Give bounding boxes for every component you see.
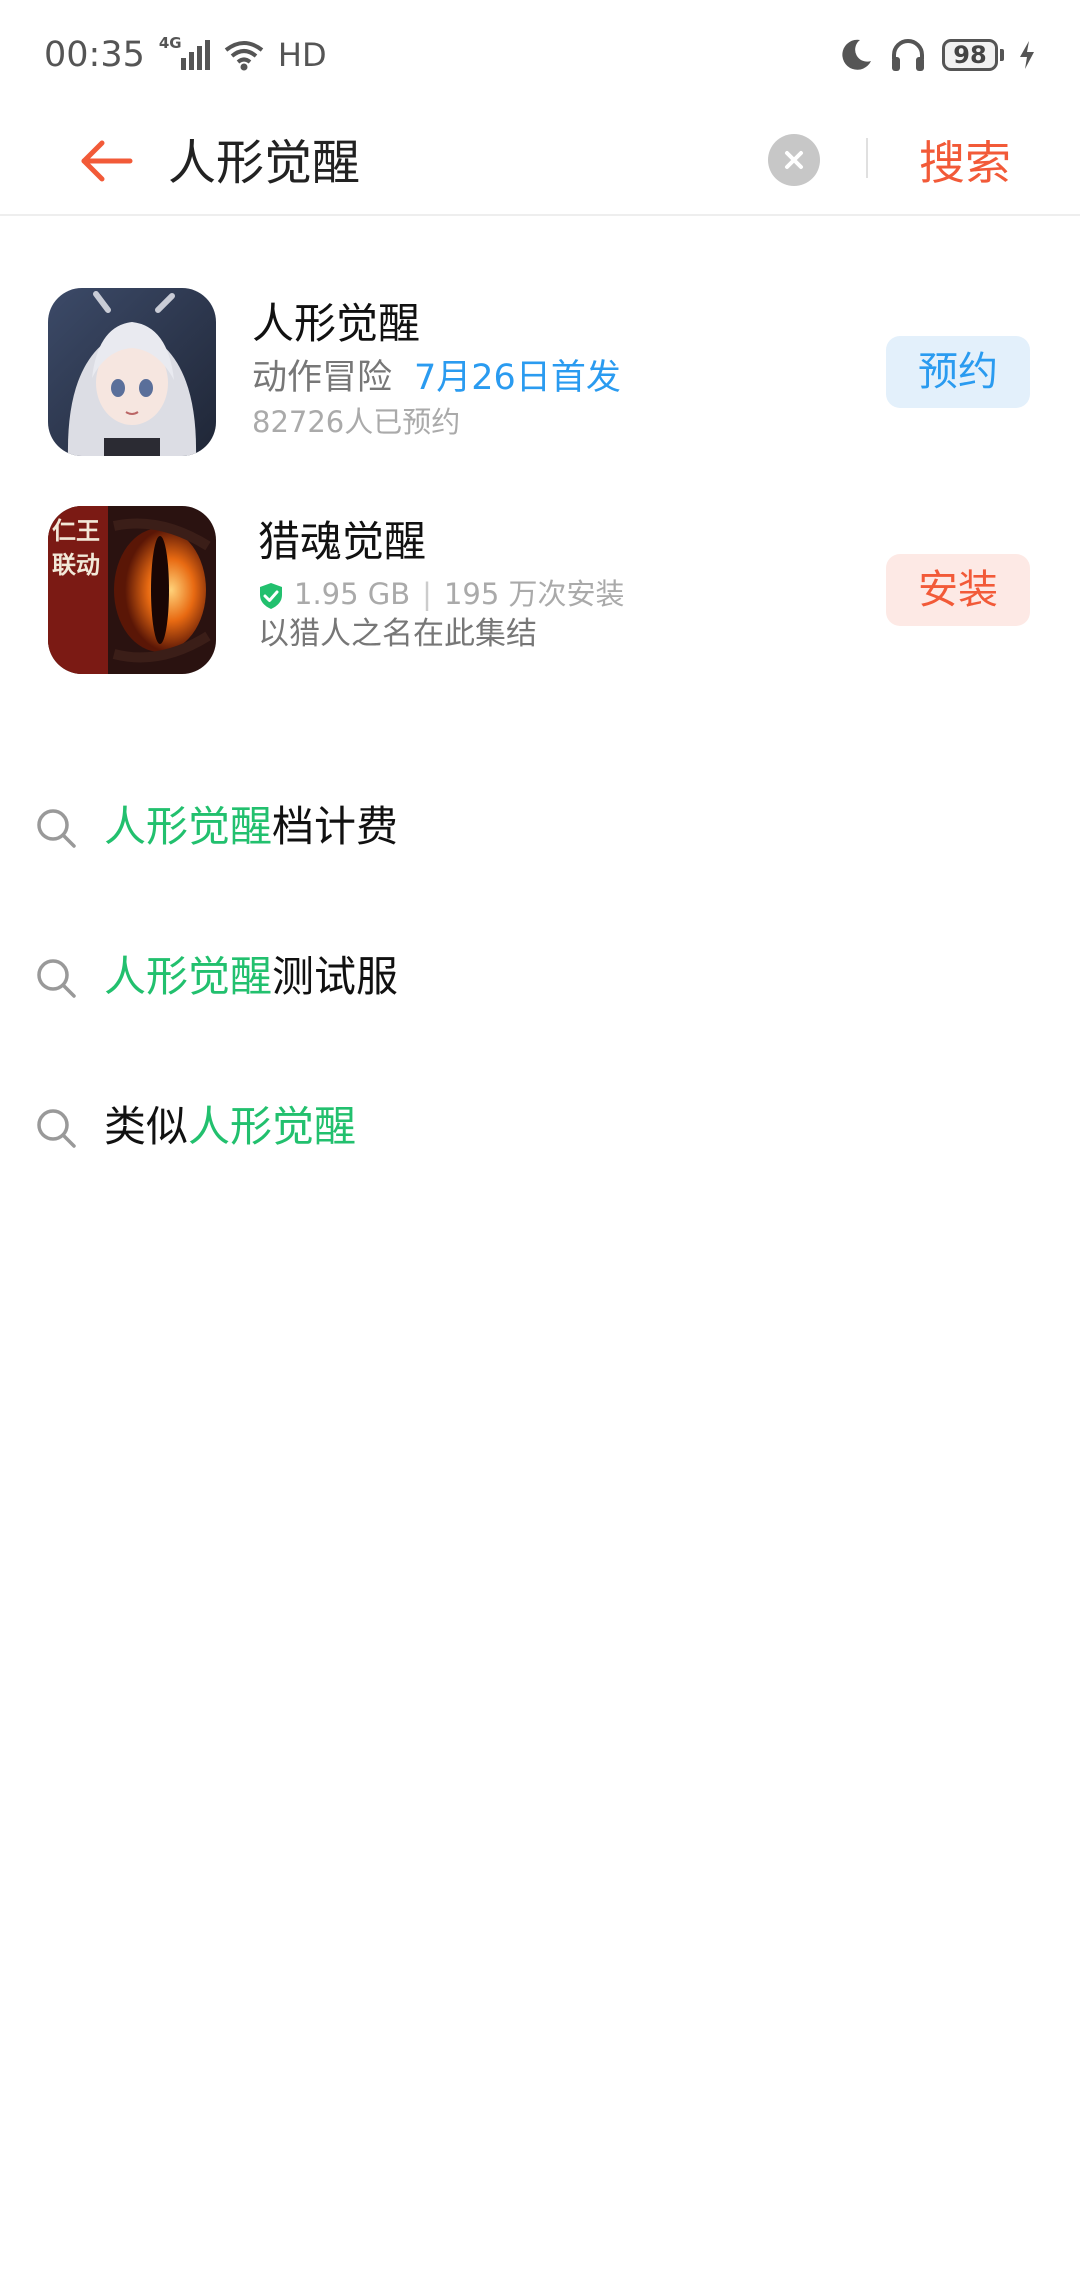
status-right: 98 (838, 35, 1036, 75)
suggestion-text: 类似人形觉醒 (104, 1082, 356, 1172)
app-icon-renxing[interactable] (48, 288, 216, 456)
app-name: 人形觉醒 (252, 299, 421, 348)
suggestion-suffix: 档计费 (272, 802, 399, 851)
suggestion-item[interactable]: 类似人形觉醒 (0, 1082, 1080, 1172)
app-size: 1.95 GB (294, 577, 411, 611)
charging-icon (1020, 41, 1034, 69)
search-icon (37, 809, 76, 848)
back-button[interactable] (72, 126, 142, 196)
suggestion-text: 人形觉醒档计费 (104, 782, 398, 872)
suggestion-highlight: 人形觉醒 (104, 952, 273, 1001)
close-icon (785, 151, 803, 169)
app-info: 人形觉醒 动作冒险 7月26日首发 82726人已预约 (252, 298, 621, 442)
status-bar: 00:35 4G HD 98 (0, 0, 1080, 110)
reserve-button[interactable]: 预约 (886, 336, 1030, 408)
search-icon (37, 959, 76, 998)
network-label: 4G (158, 34, 182, 52)
install-button[interactable]: 安装 (886, 554, 1030, 626)
reservation-count: 82726人已预约 (252, 405, 461, 439)
game-art-image (48, 288, 216, 456)
wifi-icon (224, 41, 264, 71)
moon-icon (842, 39, 871, 70)
suggestion-highlight: 人形觉醒 (188, 1102, 357, 1151)
battery-tip (1000, 49, 1004, 61)
suggestion-prefix: 类似 (104, 1102, 189, 1151)
suggestion-text: 人形觉醒测试服 (104, 932, 398, 1022)
verified-shield-icon (260, 583, 282, 609)
clear-button[interactable] (768, 134, 820, 186)
suggestion-item[interactable]: 人形觉醒测试服 (0, 932, 1080, 1022)
suggestion-highlight: 人形觉醒 (104, 802, 273, 851)
app-result-liehun[interactable]: 仁王联动 猎魂觉醒 1.95 GB | 195 万次安装 以猎人之名在此集结 安装 (0, 506, 1080, 686)
battery-icon: 98 (942, 39, 998, 71)
status-left: 00:35 4G HD (44, 34, 327, 75)
meta-separator: | (422, 577, 432, 611)
app-name: 猎魂觉醒 (258, 517, 427, 566)
app-description: 以猎人之名在此集结 (258, 616, 537, 652)
back-arrow-icon (81, 140, 133, 182)
headphones-icon (892, 39, 924, 71)
search-button[interactable]: 搜索 (900, 118, 1030, 208)
app-subtitle: 动作冒险 7月26日首发 (252, 354, 621, 402)
install-count: 195 万次安装 (443, 577, 625, 611)
app-meta: 1.95 GB | 195 万次安装 (258, 574, 625, 614)
app-category: 动作冒险 (252, 358, 393, 398)
signal-icon: 4G (159, 34, 210, 70)
app-icon-liehun[interactable]: 仁王联动 (48, 506, 216, 674)
search-icon (37, 1109, 76, 1148)
collab-text: 仁王联动 (52, 516, 100, 579)
search-header: 人形觉醒 搜索 (0, 110, 1080, 216)
search-input[interactable]: 人形觉醒 (168, 118, 360, 208)
app-info: 猎魂觉醒 1.95 GB | 195 万次安装 以猎人之名在此集结 (258, 516, 625, 654)
hd-label: HD (277, 36, 327, 74)
status-time: 00:35 (44, 35, 145, 75)
suggestion-item[interactable]: 人形觉醒档计费 (0, 782, 1080, 872)
release-date: 7月26日首发 (414, 358, 621, 398)
suggestion-suffix: 测试服 (272, 952, 399, 1001)
search-divider (866, 138, 868, 178)
app-result-renxing[interactable]: 人形觉醒 动作冒险 7月26日首发 82726人已预约 预约 (0, 288, 1080, 468)
